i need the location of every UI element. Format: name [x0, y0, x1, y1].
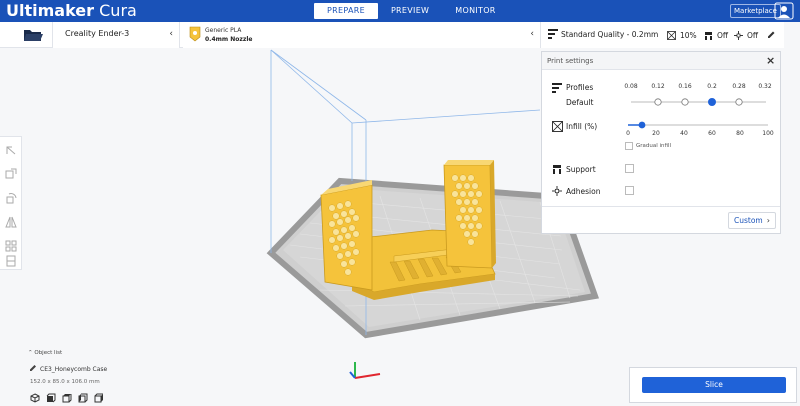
edit-icon[interactable] [767, 30, 776, 39]
view-top-icon[interactable] [62, 393, 72, 403]
view-orientation-controls [30, 393, 110, 403]
profile-option-0.2 [708, 98, 717, 106]
custom-button-label: Custom [734, 216, 763, 225]
infill-icon [667, 30, 676, 40]
infill-value: 10% [680, 30, 697, 40]
adhesion-value: Off [747, 30, 759, 40]
profile-tick: 0.28 [732, 83, 746, 90]
profile-option-0.12 [654, 98, 662, 106]
adhesion-label: Adhesion [566, 187, 601, 196]
profile-tick: 0.12 [651, 83, 665, 90]
quality-profile: Standard Quality - 0.2mm [561, 30, 659, 39]
panel-divider [542, 206, 780, 207]
adhesion-checkbox[interactable] [625, 186, 634, 195]
top-bar: Ultimaker Cura PREPARE PREVIEW MONITOR M… [0, 0, 800, 22]
view-3d-icon[interactable] [30, 393, 40, 403]
profile-tick: 0.16 [678, 83, 692, 90]
material-selector[interactable]: Generic PLA 0.4mm Nozzle ‹ [183, 22, 540, 48]
mirror-icon[interactable] [4, 215, 18, 229]
close-icon[interactable]: × [766, 54, 775, 67]
infill-tick: 60 [708, 130, 716, 137]
scale-icon[interactable] [4, 167, 18, 181]
printer-selector[interactable]: Creality Ender-3 ‹ [52, 22, 180, 48]
print-settings-panel: Print settings × Profiles Default 0.08 0… [541, 51, 781, 234]
slice-button[interactable]: Slice [642, 377, 786, 393]
quality-icon [548, 29, 558, 39]
support-value: Off [717, 30, 729, 40]
chevron-up-icon: ⌃ [28, 350, 33, 356]
infill-tick: 80 [736, 130, 744, 137]
object-list-toggle[interactable]: ⌃ Object list [28, 350, 62, 356]
infill-tick: 0 [626, 130, 630, 137]
infill-label: Infill (%) [566, 122, 598, 131]
material-icon [189, 26, 201, 42]
adhesion-summary: Off [734, 29, 758, 41]
infill-icon [552, 121, 563, 132]
per-model-settings-icon[interactable] [4, 239, 18, 253]
object-list-label: Object list [34, 350, 63, 356]
infill-summary: 10% [667, 29, 697, 41]
brand-main: Ultimaker [6, 1, 95, 20]
profile-slider[interactable] [626, 96, 772, 108]
printer-name: Creality Ender-3 [65, 29, 130, 38]
support-icon [705, 31, 712, 40]
infill-slider-handle [638, 121, 646, 129]
stage-tabs: PREPARE PREVIEW MONITOR [314, 3, 509, 19]
panel-title: Print settings [547, 57, 594, 65]
object-name: CE3_Honeycomb Case [40, 366, 108, 373]
default-label: Default [566, 98, 594, 107]
account-icon[interactable] [774, 2, 794, 20]
view-right-icon[interactable] [94, 393, 104, 403]
view-front-icon[interactable] [46, 393, 56, 403]
support-icon [553, 165, 561, 174]
axis-indicator [349, 362, 381, 379]
gradual-infill-checkbox[interactable] [625, 142, 633, 150]
print-setup-bar[interactable]: Standard Quality - 0.2mm 10% Off Off [540, 22, 784, 48]
chevron-left-icon: ‹ [169, 29, 173, 39]
quality-icon [552, 83, 562, 93]
infill-tick: 100 [762, 130, 774, 137]
profile-tick: 0.2 [707, 83, 717, 90]
support-blocker-icon[interactable] [4, 255, 18, 267]
gradual-infill-label: Gradual infill [636, 143, 672, 149]
tab-preview[interactable]: PREVIEW [378, 3, 442, 19]
rotate-icon[interactable] [4, 191, 18, 205]
infill-slider[interactable] [624, 119, 774, 131]
object-dimensions: 152.0 x 85.0 x 106.0 mm [30, 379, 100, 385]
support-label: Support [566, 165, 596, 174]
folder-icon[interactable] [22, 26, 44, 44]
profiles-label: Profiles [566, 83, 594, 92]
infill-tick: 40 [680, 130, 688, 137]
adhesion-icon [552, 186, 562, 196]
infill-tick: 20 [652, 130, 660, 137]
custom-settings-button[interactable]: Custom › [728, 212, 776, 229]
profile-tick: 0.08 [624, 83, 638, 90]
material-name: Generic PLA [205, 27, 242, 34]
action-panel: Slice [629, 367, 797, 403]
panel-header: Print settings × [542, 52, 780, 70]
brand-sub: Cura [99, 1, 137, 20]
view-left-icon[interactable] [78, 393, 88, 403]
chevron-left-icon: ‹ [530, 29, 534, 39]
nozzle-size: 0.4mm Nozzle [205, 36, 253, 43]
profile-option-0.28 [735, 98, 743, 106]
support-summary: Off [704, 29, 728, 41]
profile-option-0.16 [681, 98, 689, 106]
profile-tick: 0.32 [758, 83, 772, 90]
move-icon[interactable] [4, 143, 18, 157]
adhesion-icon [734, 30, 743, 40]
tool-bar [0, 136, 22, 270]
tab-prepare[interactable]: PREPARE [314, 3, 378, 19]
tab-monitor[interactable]: MONITOR [442, 3, 508, 19]
chevron-right-icon: › [766, 216, 770, 225]
app-logo: Ultimaker Cura [6, 1, 137, 21]
pencil-icon[interactable] [29, 364, 37, 372]
support-checkbox[interactable] [625, 164, 634, 173]
